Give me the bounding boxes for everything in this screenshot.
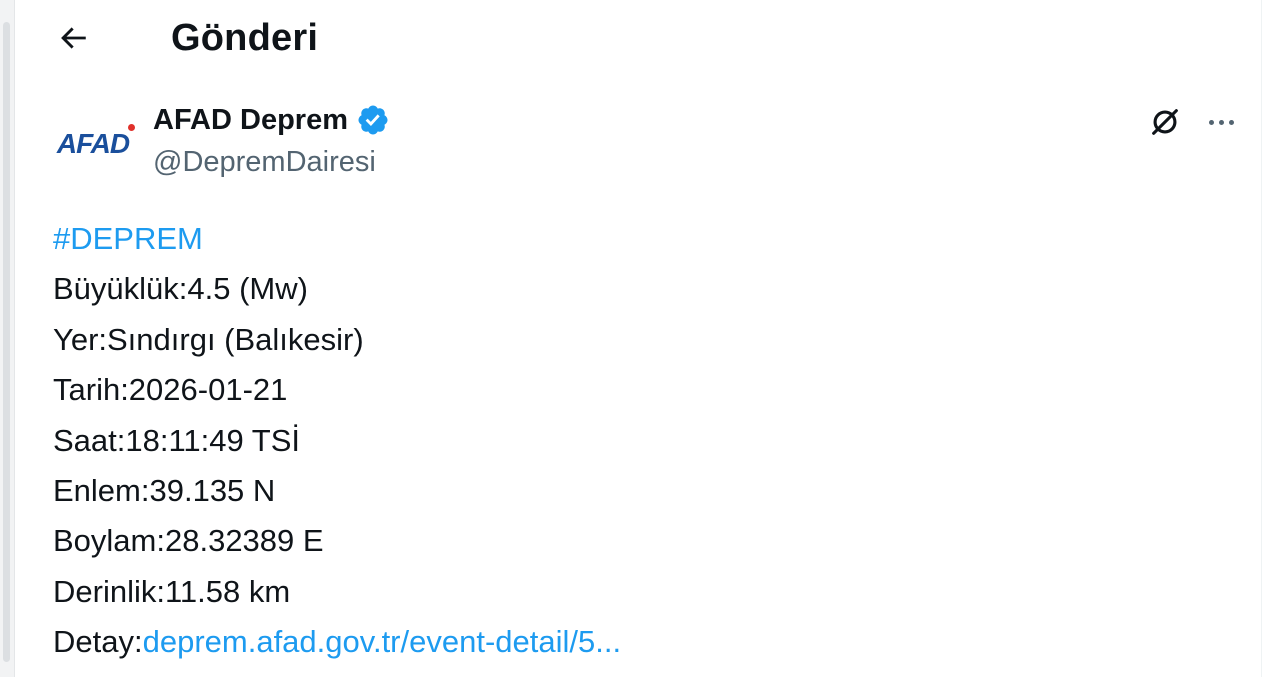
date-line: Tarih:2026-01-21 [53,372,288,408]
tweet-text: #DEPREM Büyüklük:4.5 (Mw) Yer:Sındırgı (… [53,214,621,668]
grok-button[interactable] [1143,100,1187,144]
location-line: Yer:Sındırgı (Balıkesir) [53,321,364,357]
latitude-line: Enlem:39.135 N [53,472,276,508]
logo-dot [128,124,136,131]
page-title: Gönderi [171,17,319,59]
magnitude-line: Büyüklük:4.5 (Mw) [53,271,308,307]
right-border [1261,0,1280,677]
grok-icon [1152,109,1178,135]
detail-label: Detay: [53,624,143,660]
arrow-left-icon [61,27,86,49]
scroll-thumb[interactable] [3,22,10,662]
author-handle[interactable]: @DepremDairesi [153,144,376,180]
afad-logo: AFAD [56,124,136,160]
depth-line: Derinlik:11.58 km [53,573,291,609]
more-horizontal-icon [1208,119,1234,125]
time-line: Saat:18:11:49 TSİ [53,422,301,458]
author-name-row: AFAD Deprem [153,100,390,140]
longitude-line: Boylam:28.32389 E [53,523,324,559]
detail-link[interactable]: deprem.afad.gov.tr/event-detail/5... [143,624,621,659]
left-scrollbar[interactable] [0,0,15,677]
more-button[interactable] [1199,100,1243,144]
author-name[interactable]: AFAD Deprem [153,100,348,140]
page-header: Gönderi [15,0,1261,76]
avatar[interactable]: AFAD [51,102,136,186]
verified-badge-icon[interactable] [356,103,390,137]
avatar-text: AFAD [56,128,130,159]
detail-line: Detay:deprem.afad.gov.tr/event-detail/5.… [53,617,621,667]
tweet-detail-page: Gönderi AFAD AFAD Deprem @DepremDairesi [0,0,1280,677]
back-button[interactable] [49,14,97,62]
hashtag-link[interactable]: #DEPREM [53,221,203,256]
hashtag-line: #DEPREM [53,214,621,264]
